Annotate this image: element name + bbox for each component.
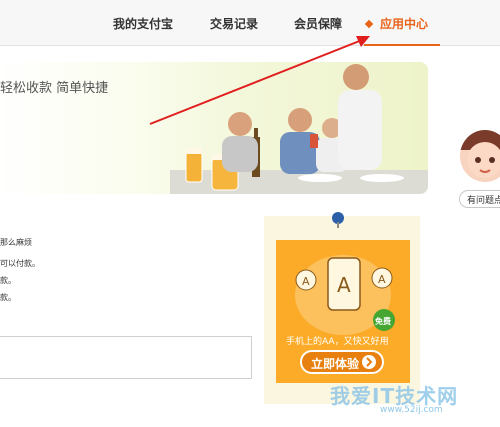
nav-app-center[interactable]: 应用中心 xyxy=(380,15,428,32)
banner-photo xyxy=(170,64,428,194)
try-now-label: 立即体验 xyxy=(311,357,360,371)
info-line-4: 款。 xyxy=(0,293,16,302)
message-textarea[interactable] xyxy=(0,336,252,379)
phone-aa-illustration: A A A 免费 xyxy=(295,255,395,335)
active-tab-indicator xyxy=(364,44,440,46)
nav-transactions[interactable]: 交易记录 xyxy=(210,15,258,32)
person-1-head xyxy=(228,112,252,136)
svg-text:A: A xyxy=(337,273,351,297)
top-nav: 我的支付宝 交易记录 会员保障 应用中心 xyxy=(0,0,500,46)
person-4-head xyxy=(343,64,369,90)
beer-glass-1 xyxy=(185,151,203,183)
chevron-right-icon xyxy=(362,355,376,369)
free-badge: 免费 xyxy=(375,316,391,326)
person-2-head xyxy=(288,108,312,132)
promo-banner[interactable]: 轻松收款 简单快捷 xyxy=(0,62,428,194)
help-bubble[interactable]: 有问题点 xyxy=(459,190,500,208)
nav-my-alipay[interactable]: 我的支付宝 xyxy=(113,15,173,32)
info-line-3: 款。 xyxy=(0,276,16,285)
active-diamond-icon xyxy=(364,19,374,29)
info-line-2: 可以付款。 xyxy=(0,259,40,268)
svg-text:A: A xyxy=(378,273,386,286)
support-avatar[interactable] xyxy=(460,130,500,182)
promo-caption: 手机上的AA，又快又好用 xyxy=(286,337,389,347)
pushpin-icon xyxy=(332,212,344,228)
info-line-1: 那么麻烦 xyxy=(0,238,32,247)
svg-text:A: A xyxy=(302,275,310,288)
nav-member-protection[interactable]: 会员保障 xyxy=(294,15,342,32)
site-watermark-url: www.52ij.com xyxy=(380,405,443,415)
try-now-button[interactable]: 立即体验 xyxy=(300,350,384,374)
